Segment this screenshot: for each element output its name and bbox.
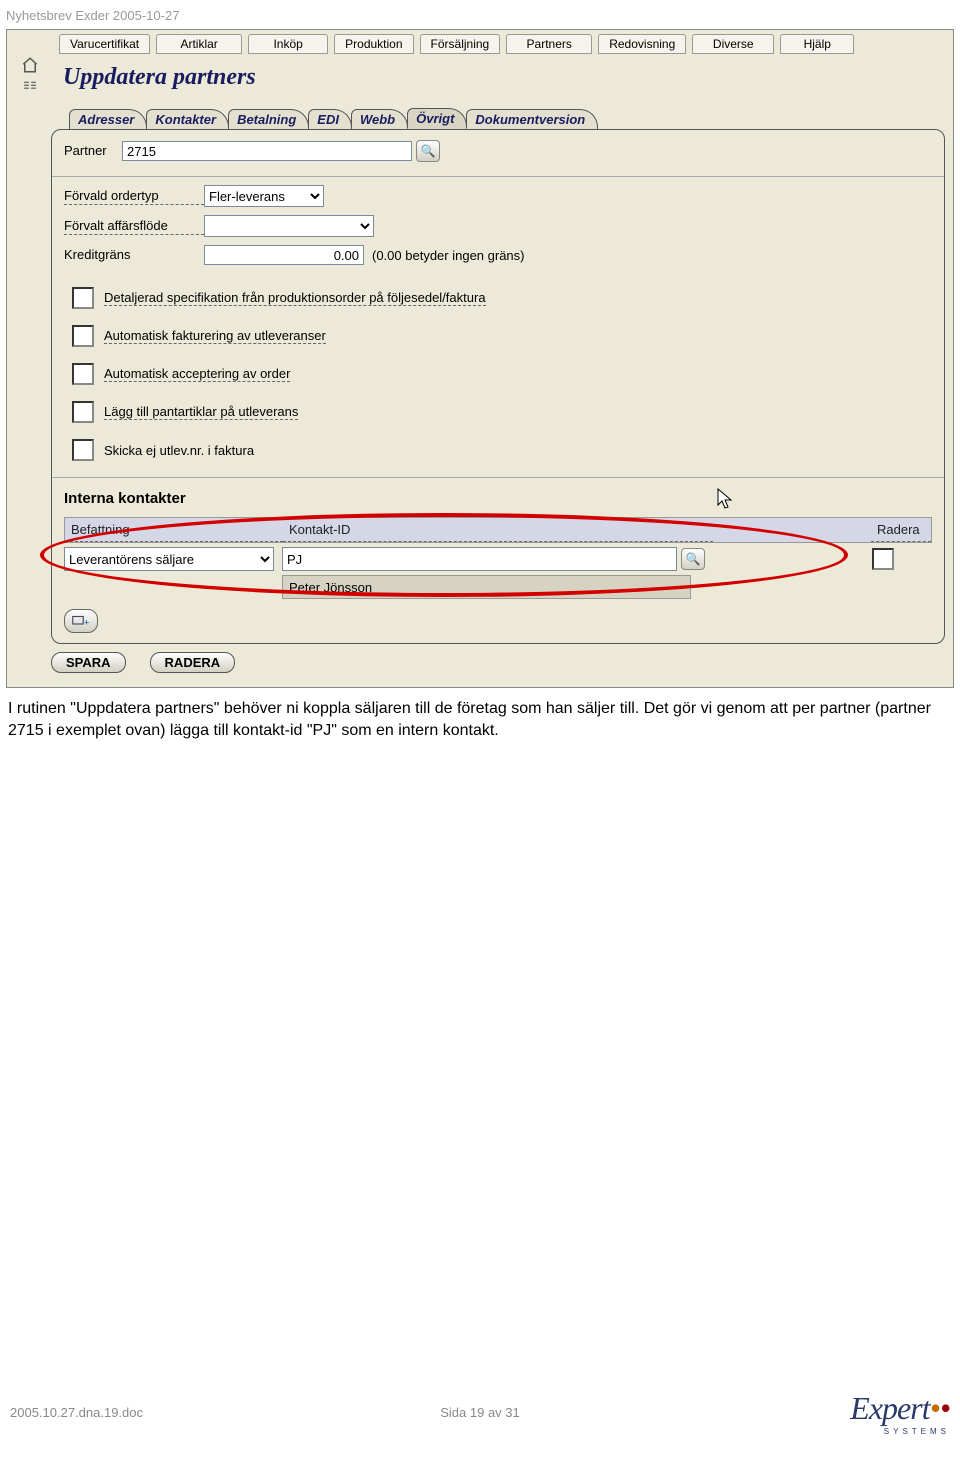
add-row-button[interactable]: +: [64, 609, 98, 633]
contacts-table-header: Befattning Kontakt-ID Radera: [64, 517, 932, 543]
tab-betalning[interactable]: Betalning: [228, 109, 309, 129]
kontakt-id-input[interactable]: [282, 547, 677, 571]
home-icon[interactable]: [21, 56, 41, 74]
tab-dokumentversion[interactable]: Dokumentversion: [466, 109, 598, 129]
menu-partners[interactable]: Partners: [506, 34, 592, 54]
col-befattning: Befattning: [65, 518, 283, 542]
side-icon-bar: [17, 56, 61, 98]
affarsflode-label: Förvalt affärsflöde: [64, 218, 204, 235]
tab-edi[interactable]: EDI: [308, 109, 352, 129]
partner-search-button[interactable]: 🔍: [416, 140, 440, 162]
affarsflode-select[interactable]: [204, 215, 374, 237]
checkbox-row-5: Skicka ej utlev.nr. i faktura: [72, 439, 932, 461]
add-row-icon: +: [72, 614, 90, 628]
tab-kontakter[interactable]: Kontakter: [146, 109, 229, 129]
list-icon[interactable]: [21, 80, 41, 98]
ordertyp-select[interactable]: Fler-leverans: [204, 185, 324, 207]
menu-hjalp[interactable]: Hjälp: [780, 34, 854, 54]
tab-bar: Adresser Kontakter Betalning EDI Webb Öv…: [7, 104, 953, 129]
main-menu-bar: Varucertifikat Artiklar Inköp Produktion…: [7, 30, 953, 54]
kreditgrans-label: Kreditgräns: [64, 247, 204, 263]
svg-text:+: +: [84, 618, 89, 628]
kreditgrans-note: (0.00 betyder ingen gräns): [372, 248, 524, 263]
menu-inkop[interactable]: Inköp: [248, 34, 328, 54]
partner-label: Partner: [64, 143, 122, 159]
delete-button[interactable]: RADERA: [150, 652, 236, 673]
col-radera: Radera: [871, 518, 931, 542]
tab-webb[interactable]: Webb: [351, 109, 408, 129]
befattning-select[interactable]: Leverantörens säljare: [64, 547, 274, 571]
footer-filename: 2005.10.27.dna.19.doc: [10, 1405, 143, 1420]
menu-varucertifikat[interactable]: Varucertifikat: [59, 34, 150, 54]
checkbox-row-4: Lägg till pantartiklar på utleverans: [72, 401, 932, 423]
checkbox-row-3: Automatisk acceptering av order: [72, 363, 932, 385]
footer-page-number: Sida 19 av 31: [440, 1405, 520, 1420]
save-button[interactable]: SPARA: [51, 652, 126, 673]
menu-forsaljning[interactable]: Försäljning: [420, 34, 501, 54]
menu-redovisning[interactable]: Redovisning: [598, 34, 686, 54]
checkbox-5-label: Skicka ej utlev.nr. i faktura: [104, 443, 254, 458]
checkbox-5[interactable]: [72, 439, 94, 461]
checkbox-1-label: Detaljerad specifikation från produktion…: [104, 290, 486, 306]
checkbox-4-label: Lägg till pantartiklar på utleverans: [104, 404, 298, 420]
document-header: Nyhetsbrev Exder 2005-10-27: [0, 0, 960, 29]
col-kontakt-id: Kontakt-ID: [283, 518, 713, 542]
tab-adresser[interactable]: Adresser: [69, 109, 147, 129]
page-title: Uppdatera partners: [63, 64, 256, 91]
checkbox-3[interactable]: [72, 363, 94, 385]
kontakt-name-display: Peter Jönsson: [282, 575, 691, 599]
magnifier-icon: 🔍: [421, 144, 436, 158]
ordertyp-label: Förvald ordertyp: [64, 188, 204, 205]
description-paragraph: I rutinen "Uppdatera partners" behöver n…: [0, 688, 960, 751]
kontakt-id-search-button[interactable]: 🔍: [681, 548, 705, 570]
radera-checkbox[interactable]: [872, 548, 894, 570]
checkbox-1[interactable]: [72, 287, 94, 309]
contacts-table-row: Leverantörens säljare 🔍: [64, 547, 932, 571]
action-button-bar: SPARA RADERA: [51, 652, 953, 683]
kreditgrans-input[interactable]: [204, 245, 364, 265]
expert-logo: Expert•• SYSTEMS: [850, 1390, 950, 1434]
checkbox-row-1: Detaljerad specifikation från produktion…: [72, 287, 932, 309]
tab-ovrigt[interactable]: Övrigt: [407, 108, 467, 129]
checkbox-2-label: Automatisk fakturering av utleveranser: [104, 328, 326, 344]
menu-produktion[interactable]: Produktion: [334, 34, 413, 54]
magnifier-icon: 🔍: [686, 552, 701, 566]
form-panel: Partner 🔍 Förvald ordertyp Fler-leverans…: [51, 129, 945, 644]
application-window: Varucertifikat Artiklar Inköp Produktion…: [6, 29, 954, 688]
page-footer: 2005.10.27.dna.19.doc Sida 19 av 31 Expe…: [0, 1390, 960, 1434]
menu-diverse[interactable]: Diverse: [692, 34, 774, 54]
menu-artiklar[interactable]: Artiklar: [156, 34, 242, 54]
section-title-interna-kontakter: Interna kontakter: [64, 490, 932, 507]
partner-input[interactable]: [122, 141, 412, 161]
checkbox-4[interactable]: [72, 401, 94, 423]
checkbox-row-2: Automatisk fakturering av utleveranser: [72, 325, 932, 347]
checkbox-3-label: Automatisk acceptering av order: [104, 366, 290, 382]
checkbox-2[interactable]: [72, 325, 94, 347]
